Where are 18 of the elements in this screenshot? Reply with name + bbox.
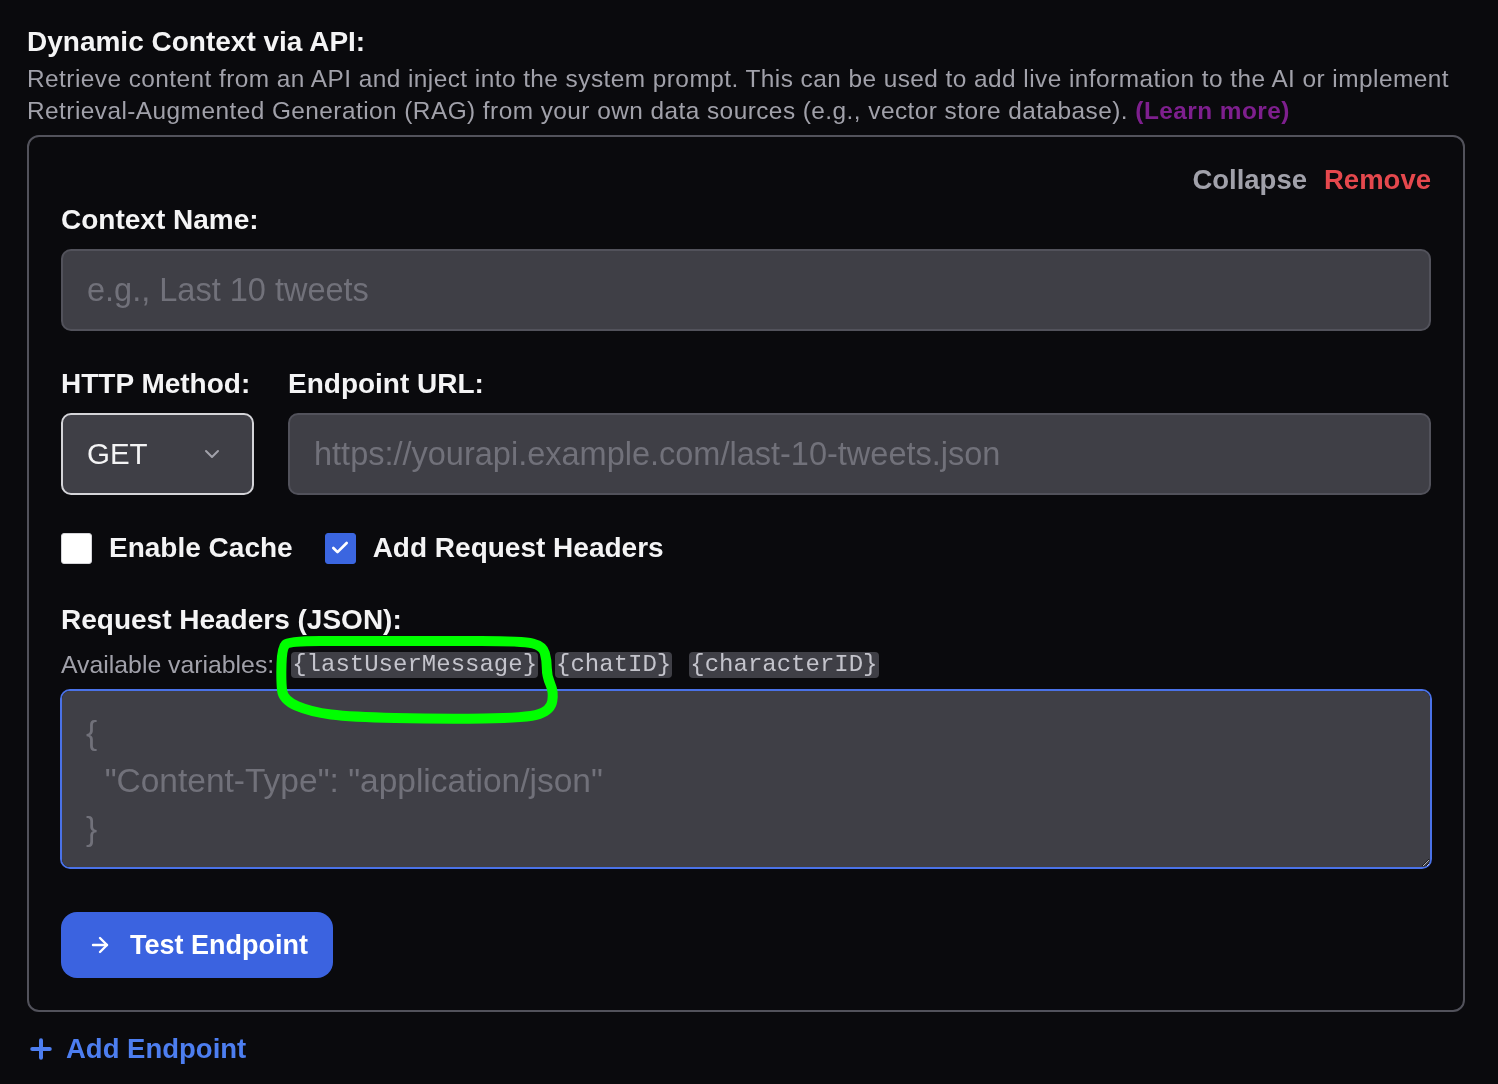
remove-button[interactable]: Remove xyxy=(1324,165,1431,195)
variable-tag: {characterID} xyxy=(689,652,879,678)
field-label: HTTP Method: xyxy=(61,369,252,399)
checkbox-label[interactable]: Enable Cache xyxy=(109,532,293,564)
add-endpoint-button[interactable]: Add Endpoint xyxy=(26,1032,247,1066)
checkbox[interactable] xyxy=(324,532,356,564)
method-select[interactable]: GET xyxy=(61,413,254,495)
variables-label: Available variables: xyxy=(61,650,275,680)
section-title: Dynamic Context via API: xyxy=(27,26,367,58)
checkbox-label[interactable]: Add Request Headers xyxy=(372,532,664,564)
section-description: Retrieve content from an API and inject into the system prompt. This can be used to add live information to the AI or implement Retrieval-Augmented Generation (RAG) from your own data sources (e.g., vector store database). (Learn more) xyxy=(27,64,1450,126)
test-endpoint-button[interactable]: Test Endpoint xyxy=(61,912,333,978)
collapse-button[interactable]: Collapse xyxy=(1192,165,1307,195)
field-label: Context Name: xyxy=(61,205,259,235)
field-label: Request Headers (JSON): xyxy=(61,605,402,635)
field-label: Endpoint URL: xyxy=(288,369,485,399)
variable-tag: {chatID} xyxy=(555,652,673,678)
variable-tag: {lastUserMessage} xyxy=(291,652,539,678)
